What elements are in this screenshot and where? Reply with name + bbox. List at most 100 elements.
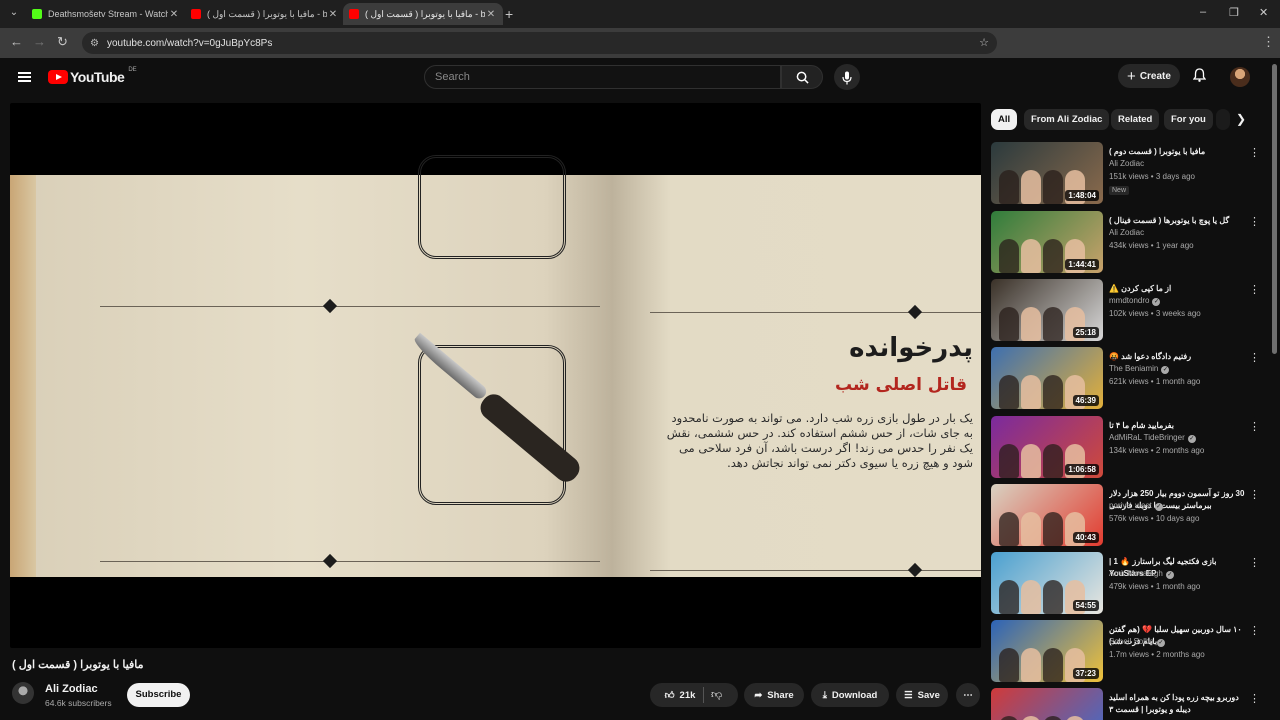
- more-vertical-icon[interactable]: ⋮: [1249, 692, 1260, 705]
- tab-close-icon[interactable]: ✕: [168, 9, 180, 20]
- video-player[interactable]: پدرخوانده قاتل اصلی شب یک بار در طول باز…: [10, 103, 981, 648]
- recommendation-channel[interactable]: Ali Zodiac: [1109, 228, 1144, 237]
- browser-tab[interactable]: مافیا با یوتوبرا ( قسمت اول ) - be ✕: [185, 3, 345, 25]
- recommendation-title[interactable]: دوربرو بیچه زره پودا کن به همراه اسلید د…: [1109, 692, 1245, 716]
- share-button[interactable]: ➦ Share: [744, 683, 804, 707]
- bookmark-star-icon[interactable]: ☆: [979, 36, 989, 49]
- more-vertical-icon[interactable]: ⋮: [1249, 351, 1260, 364]
- tab-close-icon[interactable]: ✕: [327, 9, 339, 20]
- thumbnail-person: [1043, 375, 1063, 409]
- recommendation-item[interactable]: 54:55 بازی فکتجیه لیگ براستارز 🔥 1 | YouS…: [991, 552, 1271, 614]
- recommendation-title[interactable]: گل یا پوچ با یوتوبرها ( قسمت فینال ): [1109, 215, 1245, 227]
- video-thumbnail[interactable]: 46:39: [991, 347, 1103, 409]
- save-button[interactable]: ☰ Save: [896, 683, 948, 707]
- recommendation-item[interactable]: 25:18 از ما کپی کردن ⚠️ mmdtondro ✓ 102k vie…: [991, 279, 1271, 341]
- address-bar[interactable]: ⚙ youtube.com/watch?v=0gJuBpYc8Ps ☆: [82, 32, 997, 54]
- create-button[interactable]: + Create: [1118, 64, 1180, 88]
- recommendation-channel[interactable]: Ali Zodiac: [1109, 159, 1144, 168]
- recommendation-item[interactable]: 1:06:58 بفرمایید شام ما ۴ تا AdMiRaL TideB…: [991, 416, 1271, 478]
- chip-from-channel[interactable]: From Ali Zodiac: [1024, 109, 1110, 130]
- recommendation-title[interactable]: بفرمایید شام ما ۴ تا: [1109, 420, 1245, 432]
- thumbnail-person: [1021, 444, 1041, 478]
- browser-tab-active[interactable]: مافیا با یوتوبرا ( قسمت اول ) - be ✕: [343, 3, 503, 25]
- country-code: DE: [128, 67, 137, 73]
- recommendation-item[interactable]: دوربرو بیچه زره پودا کن به همراه اسلید د…: [991, 688, 1271, 720]
- tab-close-icon[interactable]: ✕: [485, 9, 497, 20]
- account-avatar[interactable]: [1230, 67, 1250, 87]
- forward-button[interactable]: →: [33, 34, 46, 49]
- minimize-button[interactable]: –: [1200, 6, 1206, 18]
- thumbnail-person: [1065, 716, 1085, 720]
- more-vertical-icon[interactable]: ⋮: [1249, 488, 1260, 501]
- chip-overflow[interactable]: [1216, 109, 1230, 130]
- page-scrollbar[interactable]: [1272, 64, 1277, 354]
- video-thumbnail[interactable]: 1:06:58: [991, 416, 1103, 478]
- recommendation-title[interactable]: رفتیم دادگاه دعوا شد 🤬: [1109, 351, 1245, 363]
- recommendation-channel[interactable]: Amir Movafagh ✓: [1109, 569, 1174, 579]
- more-vertical-icon[interactable]: ⋮: [1249, 420, 1260, 433]
- channel-avatar[interactable]: [12, 682, 34, 704]
- more-vertical-icon[interactable]: ⋮: [1249, 556, 1260, 569]
- more-vertical-icon[interactable]: ⋮: [1249, 624, 1260, 637]
- recommendation-title[interactable]: مافیا با یوتوبرا ( قسمت دوم ): [1109, 146, 1245, 158]
- video-thumbnail[interactable]: 25:18: [991, 279, 1103, 341]
- thumbnail-person: [999, 170, 1019, 204]
- recommendation-title[interactable]: از ما کپی کردن ⚠️: [1109, 283, 1245, 295]
- recommendation-item[interactable]: 46:39 رفتیم دادگاه دعوا شد 🤬 The Beniamin ✓…: [991, 347, 1271, 409]
- tab-title: مافیا با یوتوبرا ( قسمت اول ) - be: [365, 8, 485, 19]
- create-label: Create: [1139, 70, 1171, 82]
- guide-menu-icon[interactable]: [18, 72, 31, 82]
- chip-for-you[interactable]: For you: [1164, 109, 1213, 130]
- download-button[interactable]: ⤓ Download: [811, 683, 889, 707]
- tab-search-icon[interactable]: ⌄: [6, 5, 22, 21]
- video-duration: 25:18: [1072, 327, 1099, 338]
- video-thumbnail[interactable]: 54:55: [991, 552, 1103, 614]
- window-close-button[interactable]: ✕: [1259, 6, 1268, 19]
- channel-label: Soheil Solba: [1109, 637, 1154, 646]
- recommendation-channel[interactable]: mmdtondro ✓: [1109, 296, 1161, 306]
- notifications-bell-icon[interactable]: [1192, 68, 1207, 85]
- youtube-play-icon: [48, 70, 68, 84]
- chip-all[interactable]: All: [991, 109, 1018, 130]
- like-button[interactable]: 👍︎ 21k: [665, 689, 696, 702]
- video-thumbnail[interactable]: 40:43: [991, 484, 1103, 546]
- subscribe-button[interactable]: Subscribe: [127, 683, 190, 707]
- chip-related[interactable]: Related: [1111, 109, 1160, 130]
- video-thumbnail[interactable]: [991, 688, 1103, 720]
- reload-button[interactable]: ↻: [57, 34, 68, 50]
- recommendation-channel[interactable]: AdMiRaL TideBringer ✓: [1109, 433, 1196, 443]
- maximize-button[interactable]: ❐: [1229, 6, 1239, 19]
- chevron-right-icon[interactable]: ❯: [1236, 112, 1246, 126]
- recommendation-channel[interactable]: Soheil Solba ✓: [1109, 637, 1165, 647]
- video-thumbnail[interactable]: 37:23: [991, 620, 1103, 682]
- more-vertical-icon[interactable]: ⋮: [1249, 146, 1260, 159]
- search-button[interactable]: [781, 65, 823, 89]
- thumbnail-person: [1043, 307, 1063, 341]
- voice-search-button[interactable]: [834, 64, 860, 90]
- site-info-icon[interactable]: ⚙: [90, 38, 99, 49]
- recommendation-item[interactable]: 37:23 ۱۰ سال دوربین سهیل سلبا 💔 (هم گفتن …: [991, 620, 1271, 682]
- recommendation-item[interactable]: 1:48:04 مافیا با یوتوبرا ( قسمت دوم ) Ali …: [991, 142, 1271, 204]
- recommendation-item[interactable]: 1:44:41 گل یا پوچ با یوتوبرها ( قسمت فینا…: [991, 211, 1271, 273]
- microphone-icon: [842, 71, 852, 85]
- more-actions-button[interactable]: ⋯: [956, 683, 980, 707]
- video-thumbnail[interactable]: 1:48:04: [991, 142, 1103, 204]
- recommendation-channel[interactable]: The Beniamin ✓: [1109, 364, 1170, 374]
- browser-menu-icon[interactable]: ⋮: [1262, 34, 1275, 50]
- youtube-favicon-icon: [191, 9, 201, 19]
- more-vertical-icon[interactable]: ⋮: [1249, 215, 1260, 228]
- search-input[interactable]: Search: [424, 65, 781, 89]
- video-thumbnail[interactable]: 1:44:41: [991, 211, 1103, 273]
- tab-title: Deathsmošetv Stream - Watch: [48, 9, 168, 19]
- recommendation-channel[interactable]: poriya_west ✓: [1109, 501, 1163, 511]
- browser-tab[interactable]: Deathsmošetv Stream - Watch ✕: [26, 3, 186, 25]
- channel-name[interactable]: Ali Zodiac: [45, 683, 98, 695]
- youtube-logo[interactable]: YouTube DE: [48, 67, 137, 85]
- back-button[interactable]: ←: [10, 34, 23, 49]
- like-dislike-group: 👍︎ 21k: [650, 683, 738, 707]
- thumbs-down-icon[interactable]: 👎︎: [711, 688, 722, 701]
- more-vertical-icon[interactable]: ⋮: [1249, 283, 1260, 296]
- recommendation-meta: 479k views • 1 month ago: [1109, 582, 1201, 591]
- recommendation-item[interactable]: 40:43 30 روز تو آسمون دووم بیار 250 هزار …: [991, 484, 1271, 546]
- new-tab-button[interactable]: +: [505, 6, 513, 22]
